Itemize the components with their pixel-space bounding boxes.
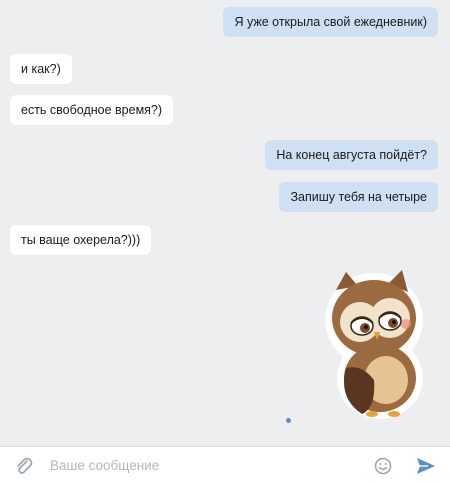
message-incoming[interactable]: есть свободное время?)	[10, 95, 174, 125]
message-incoming[interactable]: и как?)	[10, 54, 72, 84]
message-outgoing[interactable]: На конец августа пойдёт?	[265, 140, 438, 170]
chat-history: Я уже открыла свой ежедневник) и как?) е…	[0, 0, 450, 446]
smiley-icon[interactable]	[374, 457, 392, 475]
owl-sticker[interactable]	[322, 268, 430, 420]
message-outgoing[interactable]: Я уже открыла свой ежедневник)	[223, 7, 438, 37]
message-input[interactable]	[50, 455, 350, 475]
message-composer	[0, 446, 450, 483]
message-outgoing[interactable]: Запишу тебя на четыре	[279, 182, 438, 212]
unread-indicator	[286, 418, 291, 423]
send-arrow-icon[interactable]	[416, 457, 436, 475]
message-incoming[interactable]: ты ваще охерела?)))	[10, 225, 152, 255]
paperclip-icon[interactable]	[14, 456, 34, 476]
